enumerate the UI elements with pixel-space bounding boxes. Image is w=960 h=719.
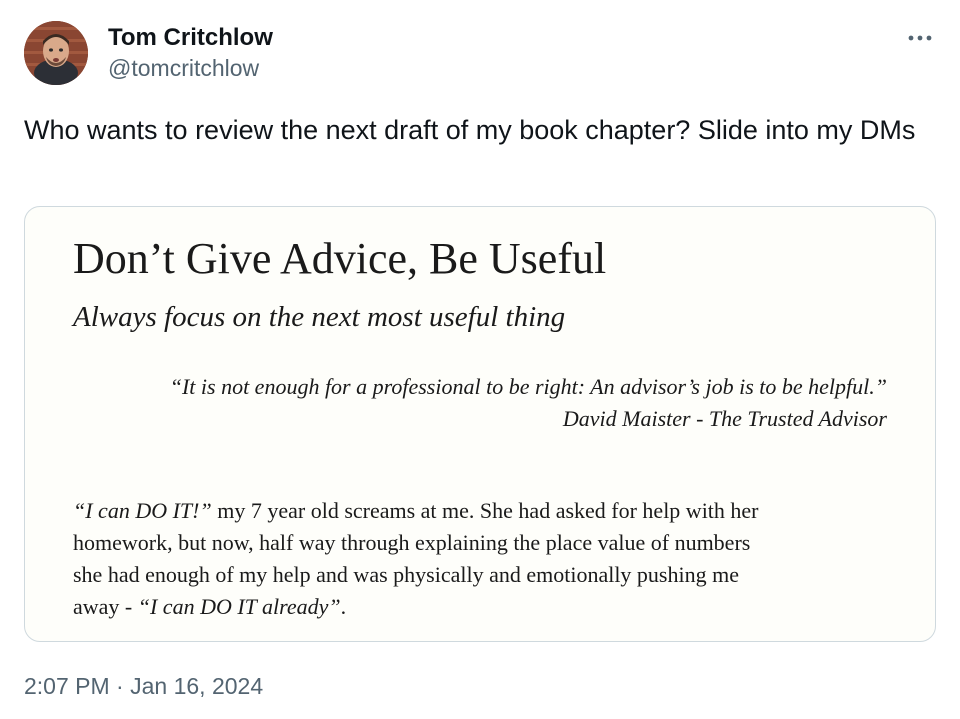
body-line: away - “I can DO IT already”. [73, 591, 873, 623]
timestamp-time[interactable]: 2:07 PM [24, 673, 110, 699]
body-quote: “I can DO IT already” [137, 594, 341, 619]
body-quote: “I can DO IT!” [73, 498, 212, 523]
tweet: Tom Critchlow @tomcritchlow Who wants to… [0, 0, 960, 719]
tweet-header: Tom Critchlow @tomcritchlow [24, 21, 273, 85]
avatar[interactable] [24, 21, 88, 85]
avatar-photo [24, 21, 88, 85]
body-text-segment: away - [73, 594, 138, 619]
epigraph-attribution: David Maister - The Trusted Advisor [562, 406, 887, 431]
tweet-media-image[interactable]: Don’t Give Advice, Be Useful Always focu… [24, 206, 936, 642]
handle[interactable]: @tomcritchlow [108, 53, 273, 83]
author-names: Tom Critchlow @tomcritchlow [108, 23, 273, 83]
body-line: “I can DO IT!” my 7 year old screams at … [73, 495, 873, 527]
chapter-subtitle: Always focus on the next most useful thi… [73, 301, 566, 333]
body-text-segment: my 7 year old screams at me. She had ask… [211, 498, 759, 523]
tweet-timestamp: 2:07 PM · Jan 16, 2024 [24, 670, 263, 702]
body-line: she had enough of my help and was physic… [73, 562, 739, 587]
chapter-body: “I can DO IT!” my 7 year old screams at … [73, 495, 873, 623]
more-options-button[interactable] [904, 22, 936, 54]
body-line: homework, but now, half way through expl… [73, 530, 751, 555]
timestamp-date[interactable]: Jan 16, 2024 [130, 673, 263, 699]
more-horizontal-icon [908, 35, 932, 41]
chapter-title: Don’t Give Advice, Be Useful [73, 234, 607, 283]
epigraph-quote: “It is not enough for a professional to … [169, 374, 887, 399]
display-name[interactable]: Tom Critchlow [108, 23, 273, 53]
body-text-segment: . [340, 594, 347, 619]
tweet-text: Who wants to review the next draft of my… [24, 115, 916, 145]
timestamp-separator: · [109, 673, 131, 699]
